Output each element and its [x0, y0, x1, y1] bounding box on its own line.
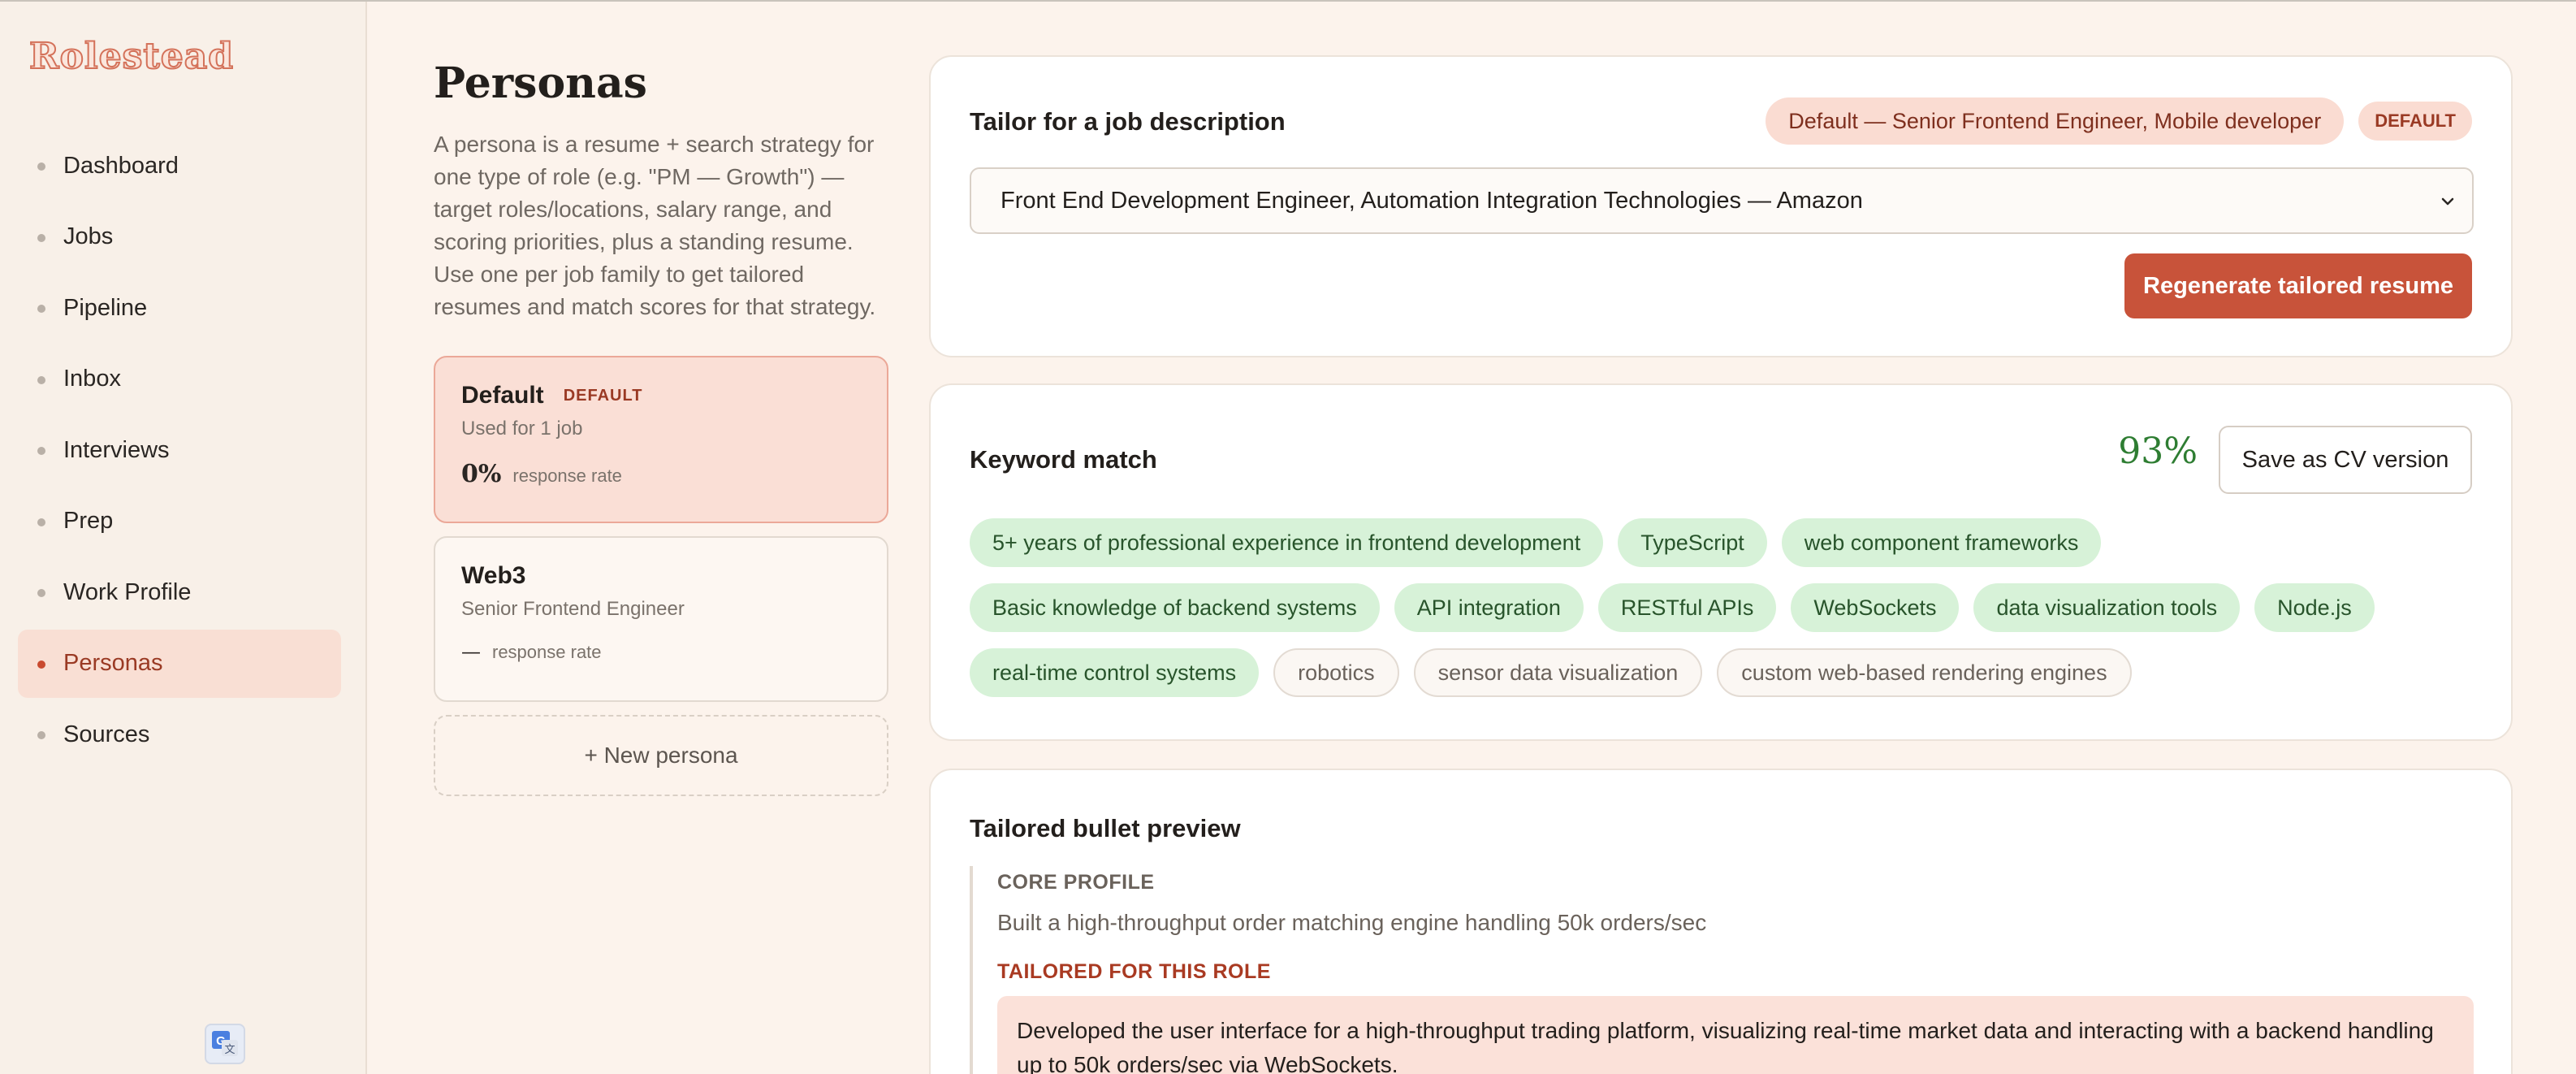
sidebar-item-prep[interactable]: Prep	[18, 487, 341, 556]
page-title: Personas	[434, 58, 647, 108]
keyword-match-score: 93%	[2118, 431, 2198, 472]
sidebar-item-label: Inbox	[63, 366, 121, 392]
core-profile-text: Built a high-throughput order matching e…	[997, 910, 1707, 935]
sidebar-item-pipeline[interactable]: Pipeline	[18, 274, 341, 342]
nav-dot-icon	[37, 447, 45, 455]
sidebar-item-label: Work Profile	[63, 578, 192, 605]
keyword-chip-matched: data visualization tools	[1973, 583, 2241, 632]
regenerate-tailored-resume-button[interactable]: Regenerate tailored resume	[2124, 253, 2472, 318]
nav-dot-icon	[37, 233, 45, 242]
keyword-chip-missing: robotics	[1273, 648, 1399, 697]
sidebar-item-jobs[interactable]: Jobs	[18, 203, 341, 271]
translate-icon: G 文	[212, 1031, 238, 1056]
response-rate-label: response rate	[492, 642, 602, 662]
keyword-chip-matched: RESTful APIs	[1597, 583, 1777, 632]
persona-response-rate: — response rate	[461, 640, 861, 663]
sidebar-item-label: Personas	[63, 650, 163, 676]
save-cv-version-button[interactable]: Save as CV version	[2219, 426, 2472, 494]
persona-name: Web3	[461, 562, 526, 589]
sidebar-item-inbox[interactable]: Inbox	[18, 345, 341, 414]
keyword-chip-matched: WebSockets	[1791, 583, 1960, 632]
keyword-match-title: Keyword match	[970, 445, 1157, 474]
persona-subtitle: Used for 1 job	[461, 418, 583, 440]
keyword-chip-matched: Node.js	[2254, 583, 2375, 632]
tailor-persona-indicator: Default — Senior Frontend Engineer, Mobi…	[1766, 97, 2472, 145]
default-badge: DEFAULT	[2358, 102, 2472, 141]
keyword-chip-matched: real-time control systems	[970, 648, 1260, 697]
job-select-value: Front End Development Engineer, Automati…	[1001, 187, 1863, 214]
keyword-chip-matched: web component frameworks	[1781, 518, 2102, 567]
default-badge: DEFAULT	[563, 386, 643, 405]
core-profile-label: CORE PROFILE	[997, 871, 1155, 894]
nav-dot-icon	[37, 589, 45, 597]
keyword-chip-matched: 5+ years of professional experience in f…	[970, 518, 1604, 567]
keyword-chip-row: Basic knowledge of backend systems API i…	[970, 583, 2375, 632]
sidebar: Rolestead Dashboard Jobs Pipeline Inbox …	[0, 2, 367, 1074]
sidebar-item-label: Pipeline	[63, 294, 148, 321]
nav-dot-icon	[37, 162, 45, 171]
sidebar-item-interviews[interactable]: Interviews	[18, 416, 341, 484]
response-rate-label: response rate	[512, 466, 622, 486]
active-persona-chip[interactable]: Default — Senior Frontend Engineer, Mobi…	[1766, 97, 2345, 145]
keyword-chip-row: real-time control systems robotics senso…	[970, 648, 2132, 697]
tailor-panel: Tailor for a job description Default — S…	[929, 55, 2513, 357]
nav-dot-icon	[37, 731, 45, 739]
app-logo[interactable]: Rolestead	[28, 35, 234, 78]
sidebar-item-dashboard[interactable]: Dashboard	[18, 132, 341, 200]
tailored-bullet-text: Developed the user interface for a high-…	[997, 996, 2474, 1074]
job-select[interactable]: Front End Development Engineer, Automati…	[970, 167, 2474, 234]
sidebar-item-label: Interviews	[63, 436, 170, 463]
keyword-chip-matched: TypeScript	[1618, 518, 1767, 567]
persona-card-default[interactable]: Default DEFAULT Used for 1 job 0% respon…	[434, 356, 888, 523]
sidebar-item-label: Dashboard	[63, 152, 179, 179]
keyword-chip-missing: sensor data visualization	[1413, 648, 1703, 697]
nav-dot-icon	[37, 305, 45, 313]
sidebar-item-personas[interactable]: Personas	[18, 629, 341, 698]
persona-subtitle: Senior Frontend Engineer	[461, 598, 685, 620]
keyword-chip-missing: custom web-based rendering engines	[1717, 648, 2132, 697]
nav-dot-icon	[37, 518, 45, 526]
sidebar-item-label: Prep	[63, 508, 114, 534]
sidebar-item-work-profile[interactable]: Work Profile	[18, 558, 341, 626]
keyword-chip-row: 5+ years of professional experience in f…	[970, 518, 2102, 567]
persona-card-web3[interactable]: Web3 Senior Frontend Engineer — response…	[434, 536, 888, 702]
nav-dot-icon	[37, 375, 45, 384]
tailored-label: TAILORED FOR THIS ROLE	[997, 960, 1271, 983]
preview-divider	[970, 866, 973, 1074]
persona-response-rate: 0% response rate	[461, 460, 861, 488]
persona-name-row: Web3	[461, 562, 861, 590]
keyword-match-panel: Keyword match 93% Save as CV version 5+ …	[929, 383, 2513, 741]
bullet-preview-title: Tailored bullet preview	[970, 814, 1241, 842]
persona-name-row: Default DEFAULT	[461, 382, 861, 409]
nav-dot-icon	[37, 660, 45, 669]
response-rate-value: —	[461, 640, 481, 663]
persona-name: Default	[461, 382, 544, 409]
new-persona-button[interactable]: + New persona	[434, 715, 888, 796]
sidebar-item-label: Jobs	[63, 223, 114, 249]
keyword-chip-matched: API integration	[1394, 583, 1584, 632]
translate-button[interactable]: G 文	[205, 1024, 245, 1064]
bullet-preview-panel: Tailored bullet preview CORE PROFILE Bui…	[929, 769, 2513, 1074]
chevron-down-icon	[2441, 197, 2454, 206]
sidebar-nav: Dashboard Jobs Pipeline Inbox Interviews…	[18, 132, 341, 772]
sidebar-item-label: Sources	[63, 721, 150, 747]
response-rate-value: 0%	[461, 460, 502, 488]
tailor-title: Tailor for a job description	[970, 107, 1286, 136]
svg-text:文: 文	[224, 1044, 235, 1056]
keyword-chip-matched: Basic knowledge of backend systems	[970, 583, 1380, 632]
page-description: A persona is a resume + search strategy …	[434, 132, 876, 319]
sidebar-item-sources[interactable]: Sources	[18, 700, 341, 769]
